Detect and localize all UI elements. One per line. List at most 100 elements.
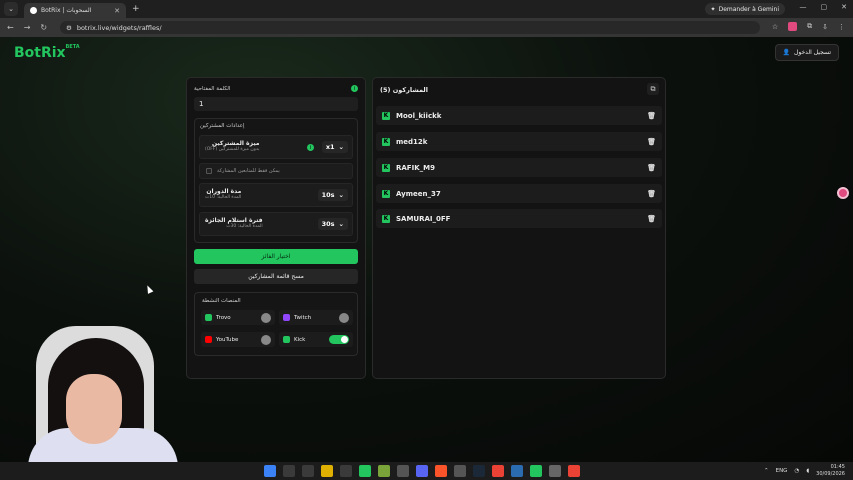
chevron-up-icon[interactable]: ⌃ bbox=[764, 468, 769, 474]
participant-row: K med12k 🗑 bbox=[376, 132, 662, 151]
volume-icon[interactable]: ◖ bbox=[806, 468, 809, 474]
participant-row: K RAFIK_M9 🗑 bbox=[376, 158, 662, 177]
trash-icon[interactable]: 🗑 bbox=[647, 164, 656, 172]
trash-icon[interactable]: 🗑 bbox=[647, 190, 656, 198]
new-tab-icon[interactable]: + bbox=[132, 4, 140, 14]
followers-only-row[interactable]: يمكن فقط للمتابعين المشاركة bbox=[199, 163, 353, 179]
start-icon[interactable] bbox=[264, 465, 276, 477]
trash-icon[interactable]: 🗑 bbox=[647, 138, 656, 146]
botrix-logo[interactable]: BotRix BETA bbox=[14, 44, 80, 61]
browser-tab[interactable]: BotRix | السحوبات ✕ bbox=[24, 3, 126, 18]
close-tab-icon[interactable]: ✕ bbox=[114, 7, 120, 15]
spin-duration-desc: المدة الحالية: 10ث bbox=[205, 195, 242, 200]
file-explorer-icon[interactable] bbox=[321, 465, 333, 477]
clock[interactable]: 01:45 30/09/2026 bbox=[816, 464, 845, 478]
participant-row: K SAMURAI_0FF 🗑 bbox=[376, 209, 662, 228]
subscriber-bonus-name: ميزة المشتركين bbox=[212, 140, 260, 147]
kick-icon bbox=[283, 336, 290, 343]
pick-winner-button[interactable]: اختيار الفائز bbox=[194, 249, 358, 264]
active-platforms: المنصات النشطة Trovo Twitch YouTube Kick bbox=[194, 292, 358, 356]
wifi-icon[interactable]: ◔ bbox=[794, 468, 799, 474]
participant-row: K Aymeen_37 🗑 bbox=[376, 184, 662, 203]
downloads-icon[interactable]: ⇩ bbox=[822, 23, 828, 31]
platform-twitch[interactable]: Twitch bbox=[279, 310, 353, 325]
streamer-face bbox=[66, 374, 122, 444]
beta-badge: BETA bbox=[65, 44, 80, 50]
copy-icon[interactable]: ⧉ bbox=[647, 83, 659, 95]
trash-icon[interactable]: 🗑 bbox=[647, 215, 656, 223]
info-icon[interactable]: i bbox=[351, 85, 358, 92]
search-icon[interactable] bbox=[283, 465, 295, 477]
platform-name: Kick bbox=[294, 336, 306, 343]
subscriber-bonus-select[interactable]: x1 ⌄ bbox=[321, 141, 348, 153]
platforms-title: المنصات النشطة bbox=[202, 298, 241, 304]
clear-participants-button[interactable]: مسح قائمة المشاركين bbox=[194, 269, 358, 284]
bookmark-star-icon[interactable]: ☆ bbox=[772, 23, 778, 31]
webcam-overlay bbox=[0, 318, 190, 462]
followers-only-checkbox[interactable] bbox=[206, 168, 212, 174]
app-icon[interactable] bbox=[511, 465, 523, 477]
clock-date: 30/09/2026 bbox=[816, 471, 845, 477]
gemini-button[interactable]: ✦ Demander à Gemini bbox=[704, 3, 785, 15]
site-info-icon[interactable]: ⚙ bbox=[66, 24, 72, 32]
kick-toggle[interactable] bbox=[329, 335, 349, 344]
keyword-input[interactable]: 1 bbox=[194, 97, 358, 111]
store-icon[interactable] bbox=[340, 465, 352, 477]
address-bar[interactable]: ⚙ botrix.live/widgets/raffles/ bbox=[60, 21, 760, 34]
gemini-icon: ✦ bbox=[710, 5, 716, 13]
login-label: تسجيل الدخول bbox=[794, 49, 831, 56]
claim-time-desc: المدة الحالية: 30ث bbox=[226, 224, 263, 229]
browser-toolbar: ← → ↻ ⚙ botrix.live/widgets/raffles/ ☆ ⧉… bbox=[0, 18, 853, 37]
forward-icon[interactable]: → bbox=[24, 23, 31, 32]
app-icon[interactable] bbox=[397, 465, 409, 477]
lang-indicator[interactable]: ENG bbox=[776, 468, 788, 474]
followers-only-label: يمكن فقط للمتابعين المشاركة bbox=[217, 168, 280, 174]
youtube-toggle[interactable] bbox=[261, 334, 271, 345]
kick-app-icon[interactable] bbox=[530, 465, 542, 477]
chrome-icon[interactable] bbox=[492, 465, 504, 477]
menu-kebab-icon[interactable]: ⋮ bbox=[838, 23, 845, 31]
participant-settings-title: إعدادات المشتركين bbox=[200, 123, 245, 129]
extension-icon[interactable] bbox=[788, 22, 798, 31]
trash-icon[interactable]: 🗑 bbox=[647, 112, 656, 120]
participant-name: Mool_kiickk bbox=[396, 111, 442, 120]
settings-icon[interactable] bbox=[549, 465, 561, 477]
participants-title: المشاركون (5) bbox=[380, 86, 428, 94]
participant-settings: إعدادات المشتركين ميزة المشتركين بدون مي… bbox=[194, 118, 358, 243]
botrix-app-icon[interactable] bbox=[359, 465, 371, 477]
windows-taskbar: ⌃ ENG ◔ ◖ 01:45 30/09/2026 bbox=[0, 462, 853, 480]
platform-trovo[interactable]: Trovo bbox=[201, 310, 275, 325]
minimize-icon[interactable]: — bbox=[800, 3, 807, 11]
close-window-icon[interactable]: ✕ bbox=[841, 3, 847, 11]
spin-duration-select[interactable]: 10s ⌄ bbox=[317, 189, 348, 201]
chrome-icon[interactable] bbox=[568, 465, 580, 477]
app-icon[interactable] bbox=[454, 465, 466, 477]
platform-youtube[interactable]: YouTube bbox=[201, 332, 275, 347]
platform-kick[interactable]: Kick bbox=[279, 332, 353, 347]
login-button[interactable]: 👤 تسجيل الدخول bbox=[774, 44, 839, 61]
platform-name: Trovo bbox=[216, 314, 231, 321]
participant-name: RAFIK_M9 bbox=[396, 163, 435, 172]
claim-time-value: 30s bbox=[321, 220, 335, 228]
clock-time: 01:45 bbox=[830, 464, 845, 470]
app-icon[interactable] bbox=[378, 465, 390, 477]
info-icon[interactable]: i bbox=[307, 144, 314, 151]
reload-icon[interactable]: ↻ bbox=[40, 23, 47, 32]
extensions-puzzle-icon[interactable]: ⧉ bbox=[807, 22, 812, 31]
tab-title: BotRix | السحوبات bbox=[41, 7, 92, 14]
back-icon[interactable]: ← bbox=[7, 23, 14, 32]
favicon-icon bbox=[30, 7, 37, 14]
tab-search-icon[interactable]: ⌄ bbox=[4, 2, 18, 16]
discord-icon[interactable] bbox=[416, 465, 428, 477]
claim-time-select[interactable]: 30s ⌄ bbox=[317, 218, 348, 230]
participant-name: Aymeen_37 bbox=[396, 189, 441, 198]
task-view-icon[interactable] bbox=[302, 465, 314, 477]
steam-icon[interactable] bbox=[473, 465, 485, 477]
brave-icon[interactable] bbox=[435, 465, 447, 477]
floating-extension-icon[interactable] bbox=[837, 187, 849, 199]
mouse-cursor-icon bbox=[144, 284, 154, 294]
maximize-icon[interactable]: ▢ bbox=[821, 3, 828, 11]
twitch-toggle[interactable] bbox=[339, 312, 349, 323]
browser-tabbar: ⌄ BotRix | السحوبات ✕ + ✦ Demander à Gem… bbox=[0, 0, 853, 18]
trovo-toggle[interactable] bbox=[261, 312, 271, 323]
